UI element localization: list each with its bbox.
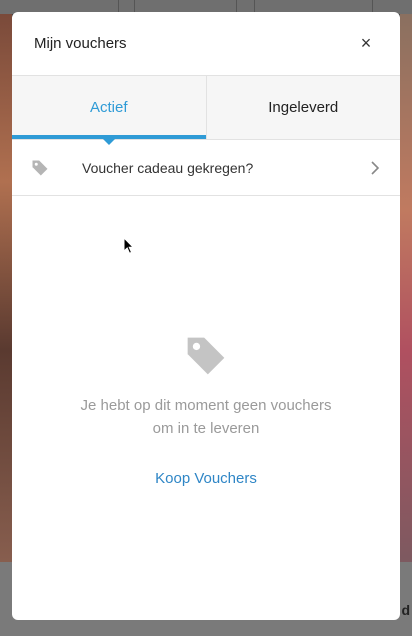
mouse-cursor-icon — [123, 237, 135, 254]
empty-state-line-1: Je hebt op dit moment geen vouchers — [80, 397, 332, 414]
empty-state: Je hebt op dit moment geen vouchers om i… — [12, 334, 400, 488]
chevron-right-icon — [371, 160, 380, 175]
tag-icon — [32, 160, 48, 175]
modal-header: Mijn vouchers × — [12, 12, 400, 76]
tab-label: Ingeleverd — [268, 99, 339, 116]
vouchers-modal: Mijn vouchers × Actief Ingeleverd Vouche… — [12, 12, 400, 620]
background-image-left — [0, 14, 12, 574]
tag-icon — [187, 337, 225, 375]
modal-title: Mijn vouchers — [34, 35, 127, 52]
background-corner-text: d — [401, 602, 410, 618]
empty-state-message: Je hebt op dit moment geen vouchers om i… — [12, 394, 400, 440]
empty-state-line-2: om in te leveren — [152, 420, 260, 437]
tab-actief[interactable]: Actief — [12, 76, 206, 145]
buy-vouchers-link[interactable]: Koop Vouchers — [155, 470, 257, 487]
tab-label: Actief — [89, 99, 128, 116]
tab-ingeleverd[interactable]: Ingeleverd — [205, 76, 400, 139]
gift-voucher-label: Voucher cadeau gekregen? — [82, 159, 254, 176]
background-image-right — [400, 14, 412, 574]
close-button[interactable]: × — [356, 33, 376, 54]
voucher-tabs: Actief Ingeleverd — [12, 76, 400, 145]
gift-voucher-row[interactable]: Voucher cadeau gekregen? — [12, 140, 400, 196]
